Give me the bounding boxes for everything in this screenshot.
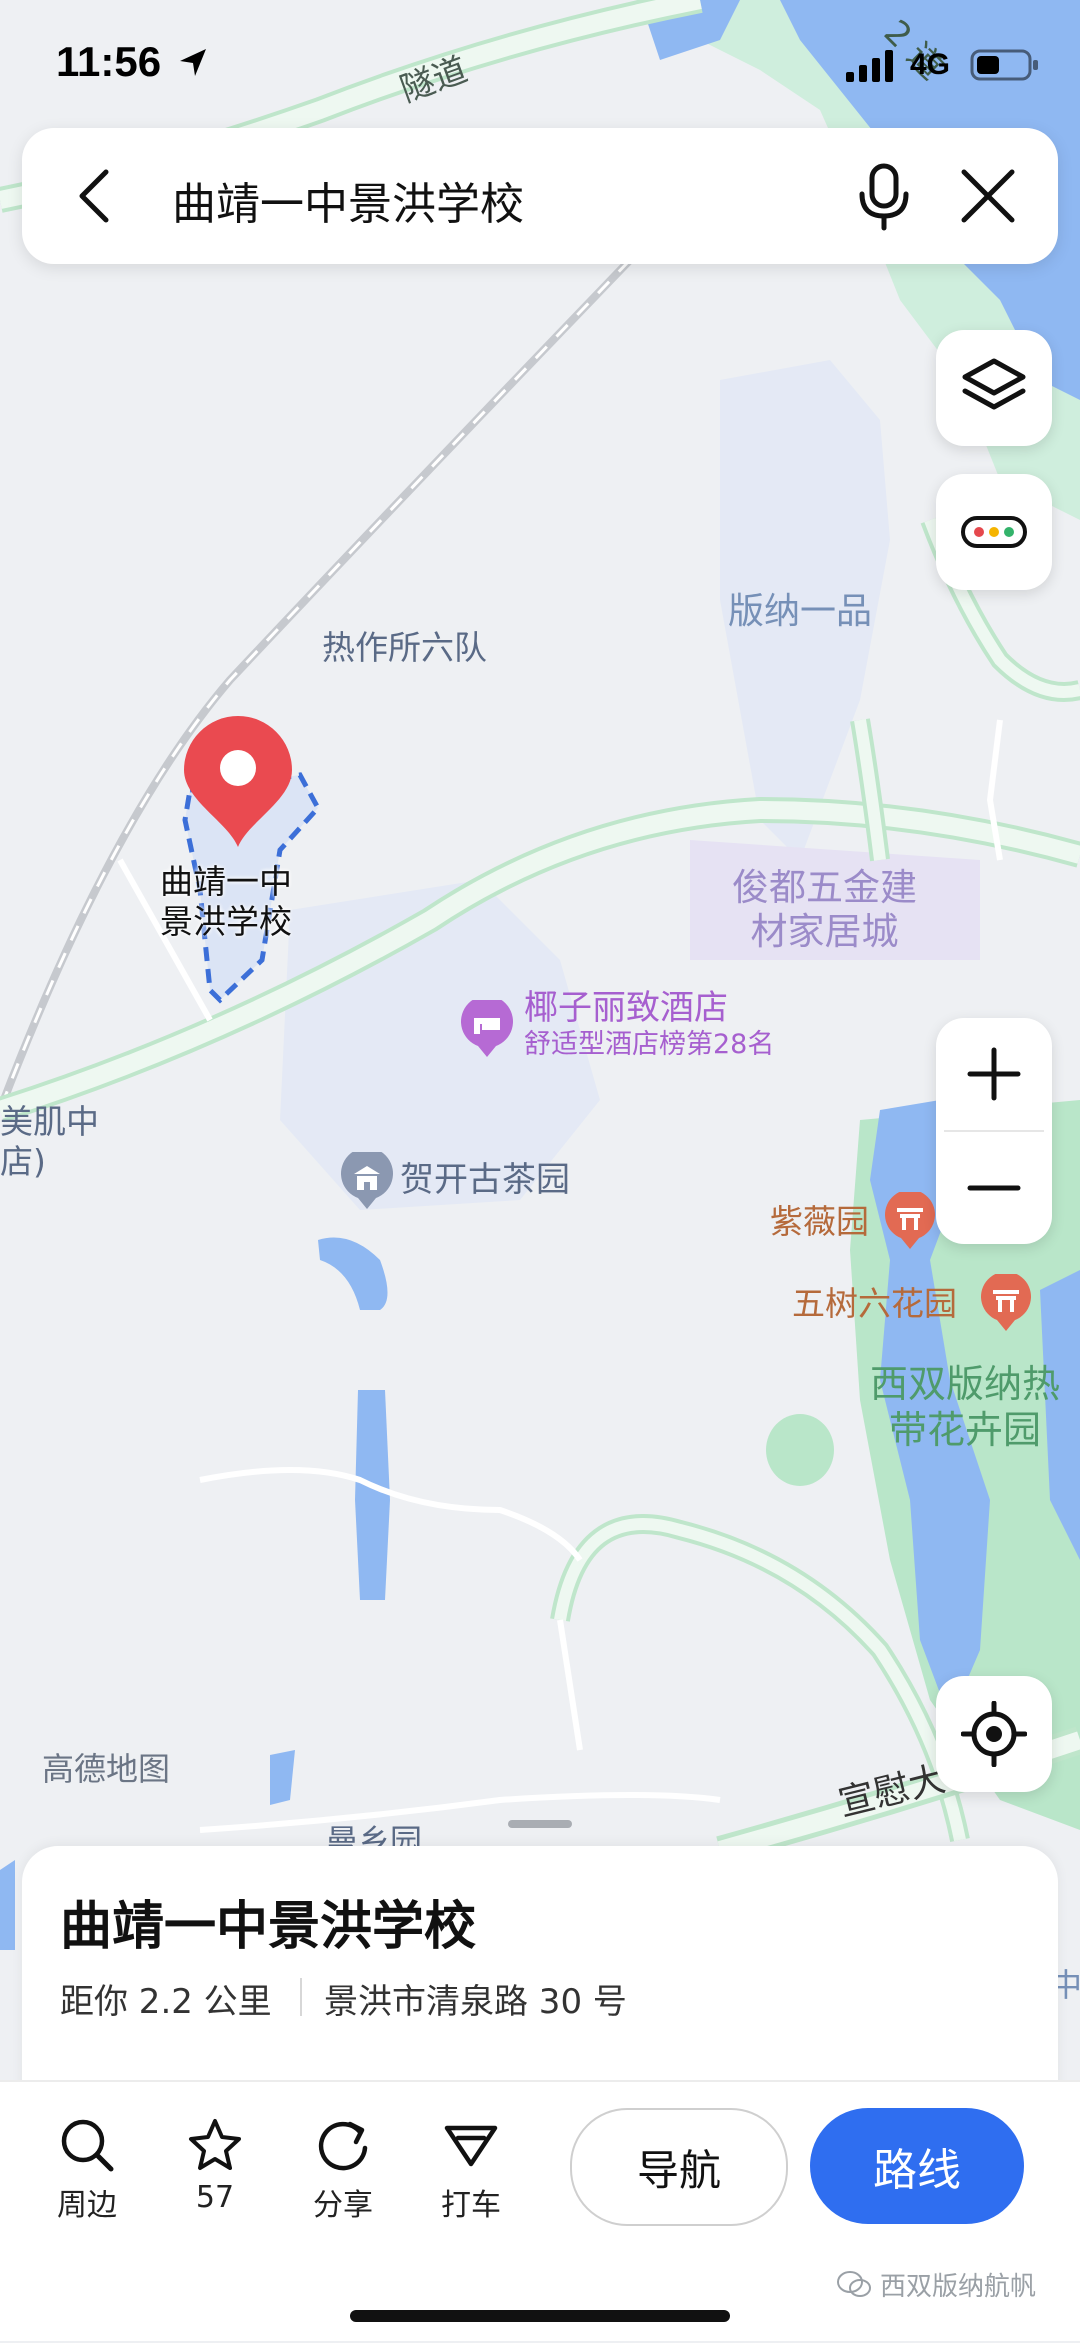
wechat-watermark-text: 西双版纳航帆 <box>880 2272 1037 2302</box>
taxi-icon <box>442 2116 500 2174</box>
navigate-label: 导航 <box>636 2145 721 2195</box>
home-indicator <box>350 2310 730 2322</box>
status-time: 11:56 <box>56 38 162 85</box>
search-icon <box>58 2116 116 2174</box>
poi-jundu-line-2: 材家居城 <box>750 910 899 954</box>
poi-ziwei[interactable]: 紫薇园 <box>770 1202 869 1242</box>
battery-icon <box>970 48 1040 82</box>
selected-poi-label[interactable]: 曲靖一中 景洪学校 <box>160 862 292 941</box>
route-button[interactable]: 路线 <box>810 2108 1024 2224</box>
place-address: 景洪市清泉路 30 号 <box>324 1982 627 2022</box>
poi-left-edge[interactable]: 美肌中 店) <box>0 1102 99 1181</box>
location-arrow-icon <box>176 46 210 80</box>
nearby-label: 周边 <box>57 2188 117 2223</box>
status-bar: 11:56 4G <box>0 0 1080 120</box>
layers-icon <box>959 353 1029 423</box>
poi-banna-yipin[interactable]: 版纳一品 <box>728 590 872 633</box>
sheet-drag-handle[interactable] <box>508 1820 572 1828</box>
poi-jundu-line-1: 俊都五金建 <box>732 866 917 909</box>
poi-hotel-name: 椰子丽致酒店 <box>524 988 728 1028</box>
favorite-count: 57 <box>195 2180 235 2215</box>
taxi-label: 打车 <box>441 2188 501 2223</box>
back-icon[interactable] <box>64 164 128 228</box>
zoom-out-button[interactable] <box>936 1132 1052 1244</box>
search-bar[interactable]: 曲靖一中景洪学校 <box>22 128 1058 264</box>
plus-icon <box>966 1046 1022 1102</box>
close-icon[interactable] <box>958 166 1018 226</box>
hotel-icon[interactable] <box>460 995 514 1058</box>
poi-botanical-garden[interactable]: 西双版纳热 带花卉园 <box>870 1362 1060 1453</box>
microphone-icon[interactable] <box>852 162 916 232</box>
share-label: 分享 <box>313 2188 373 2223</box>
locate-icon <box>960 1700 1028 1768</box>
wechat-watermark: 西双版纳航帆 <box>836 2266 1036 2303</box>
info-divider <box>300 1978 302 2016</box>
route-label: 路线 <box>873 2145 961 2196</box>
traffic-button[interactable] <box>936 474 1052 590</box>
place-title: 曲靖一中景洪学校 <box>60 1897 477 1957</box>
selected-poi-line-1: 曲靖一中 <box>160 862 292 901</box>
poi-hotel-rank: 舒适型酒店榜第28名 <box>524 1028 775 1060</box>
poi-left-edge-line-1: 美肌中 <box>0 1102 99 1141</box>
traffic-icon <box>959 512 1029 552</box>
layers-button[interactable] <box>936 330 1052 446</box>
share-icon <box>314 2116 372 2174</box>
zoom-control <box>936 1018 1052 1244</box>
poi-rezuo[interactable]: 热作所六队 <box>322 628 487 668</box>
park-icon-wushu[interactable] <box>980 1271 1032 1332</box>
place-card[interactable]: 曲靖一中景洪学校 距你 2.2 公里 景洪市清泉路 30 号 <box>22 1846 1058 2106</box>
favorite-button[interactable]: 57 <box>170 2116 260 2215</box>
network-type: 4G <box>910 48 951 81</box>
location-pin-icon[interactable] <box>178 712 298 852</box>
wechat-icon <box>836 2270 872 2300</box>
poi-hotel[interactable]: 椰子丽致酒店 舒适型酒店榜第28名 <box>524 988 774 1061</box>
zoom-in-button[interactable] <box>936 1018 1052 1130</box>
map-watermark: 高德地图 <box>42 1750 171 1788</box>
poi-tea-garden[interactable]: 贺开古茶园 <box>400 1160 570 1201</box>
signal-icon <box>846 50 898 82</box>
share-button[interactable]: 分享 <box>298 2116 388 2224</box>
nearby-button[interactable]: 周边 <box>42 2116 132 2224</box>
poi-wushu[interactable]: 五树六花园 <box>792 1284 957 1324</box>
poi-jundu[interactable]: 俊都五金建 材家居城 <box>732 866 917 955</box>
poi-botanical-line-1: 西双版纳热 <box>870 1362 1061 1406</box>
search-query[interactable]: 曲靖一中景洪学校 <box>172 168 524 232</box>
minus-icon <box>966 1160 1022 1216</box>
park-icon-ziwei[interactable] <box>884 1189 936 1250</box>
navigate-button[interactable]: 导航 <box>570 2108 788 2226</box>
place-distance: 距你 2.2 公里 <box>60 1982 272 2022</box>
taxi-button[interactable]: 打车 <box>426 2116 516 2224</box>
scenic-icon[interactable] <box>340 1147 394 1210</box>
locate-button[interactable] <box>936 1676 1052 1792</box>
star-icon <box>186 2116 244 2174</box>
action-toolbar: 周边 57 分享 打车 导航 路线 西双版纳航帆 <box>0 2080 1080 2341</box>
poi-botanical-line-2: 带花卉园 <box>889 1407 1042 1452</box>
poi-left-edge-line-2: 店) <box>0 1141 46 1181</box>
selected-poi-line-2: 景洪学校 <box>160 901 292 941</box>
